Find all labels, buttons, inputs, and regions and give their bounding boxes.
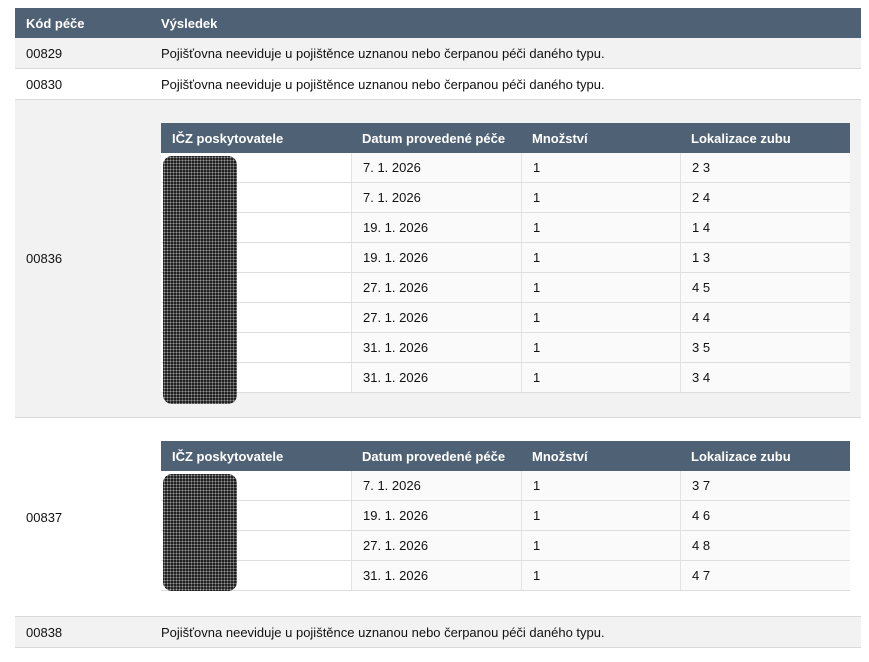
care-date: 27. 1. 2026 xyxy=(351,531,521,560)
care-code: 00836 xyxy=(26,251,63,266)
tooth-location: 4 7 xyxy=(680,561,850,590)
detail-row: 27. 1. 2026 1 4 4 xyxy=(161,303,850,333)
tooth-location: 4 6 xyxy=(680,501,850,530)
care-result: Pojišťovna neeviduje u pojištěnce uznano… xyxy=(161,45,605,61)
subtable-header: IČZ poskytovatele Datum provedené péče M… xyxy=(161,123,850,153)
detail-row: 31. 1. 2026 1 4 7 xyxy=(161,561,850,591)
detail-row: 31. 1. 2026 1 3 4 xyxy=(161,363,850,393)
tooth-location: 4 5 xyxy=(680,273,850,302)
care-date: 19. 1. 2026 xyxy=(351,501,521,530)
detail-subtable: IČZ poskytovatele Datum provedené péče M… xyxy=(161,441,850,591)
header-icz: IČZ poskytovatele xyxy=(172,130,284,146)
care-date: 31. 1. 2026 xyxy=(351,333,521,362)
care-date: 31. 1. 2026 xyxy=(351,363,521,392)
care-date: 7. 1. 2026 xyxy=(351,183,521,212)
header-tooth: Lokalizace zubu xyxy=(691,130,791,146)
table-row: 00837 IČZ poskytovatele Datum provedené … xyxy=(15,418,861,617)
detail-row: 19. 1. 2026 1 4 6 xyxy=(161,501,850,531)
tooth-location: 1 4 xyxy=(680,213,850,242)
care-quantity: 1 xyxy=(521,303,680,332)
header-qty: Množství xyxy=(532,448,588,464)
care-code: 00830 xyxy=(26,76,63,92)
care-date: 7. 1. 2026 xyxy=(351,153,521,182)
subtable-body: 7. 1. 2026 1 2 3 7. 1. 2026 1 2 4 19. 1. 202… xyxy=(161,153,850,404)
header-result: Výsledek xyxy=(161,15,218,31)
care-date: 31. 1. 2026 xyxy=(351,561,521,590)
header-date: Datum provedené péče xyxy=(362,130,506,146)
care-quantity: 1 xyxy=(521,273,680,302)
table-row: 00830 Pojišťovna neeviduje u pojištěnce … xyxy=(15,69,861,100)
detail-row: 7. 1. 2026 1 3 7 xyxy=(161,471,850,501)
detail-row: 27. 1. 2026 1 4 8 xyxy=(161,531,850,561)
care-date: 27. 1. 2026 xyxy=(351,273,521,302)
header-date: Datum provedené péče xyxy=(362,448,506,464)
table-row: 00838 Pojišťovna neeviduje u pojištěnce … xyxy=(15,617,861,648)
tooth-location: 3 7 xyxy=(680,471,850,500)
care-quantity: 1 xyxy=(521,243,680,272)
care-quantity: 1 xyxy=(521,213,680,242)
table-header: Kód péče Výsledek xyxy=(15,8,861,38)
detail-row: 7. 1. 2026 1 2 3 xyxy=(161,153,850,183)
care-date: 19. 1. 2026 xyxy=(351,213,521,242)
care-results-table: Kód péče Výsledek 00829 Pojišťovna neevi… xyxy=(15,8,861,648)
detail-row: 7. 1. 2026 1 2 4 xyxy=(161,183,850,213)
header-code: Kód péče xyxy=(26,15,85,31)
care-date: 19. 1. 2026 xyxy=(351,243,521,272)
care-code: 00837 xyxy=(26,509,63,525)
tooth-location: 3 4 xyxy=(680,363,850,392)
care-quantity: 1 xyxy=(521,531,680,560)
tooth-location: 2 4 xyxy=(680,183,850,212)
care-quantity: 1 xyxy=(521,183,680,212)
header-icz: IČZ poskytovatele xyxy=(172,448,284,464)
care-quantity: 1 xyxy=(521,363,680,392)
care-date: 27. 1. 2026 xyxy=(351,303,521,332)
tooth-location: 4 4 xyxy=(680,303,850,332)
table-row: 00836 IČZ poskytovatele Datum provedené … xyxy=(15,100,861,418)
care-quantity: 1 xyxy=(521,333,680,362)
care-quantity: 1 xyxy=(521,561,680,590)
detail-row: 31. 1. 2026 1 3 5 xyxy=(161,333,850,363)
tooth-location: 4 8 xyxy=(680,531,850,560)
header-qty: Množství xyxy=(532,130,588,146)
tooth-location: 3 5 xyxy=(680,333,850,362)
table-row: 00829 Pojišťovna neeviduje u pojištěnce … xyxy=(15,38,861,69)
care-result: Pojišťovna neeviduje u pojištěnce uznano… xyxy=(161,76,605,92)
subtable-body: 7. 1. 2026 1 3 7 19. 1. 2026 1 4 6 27. 1. 20… xyxy=(161,471,850,591)
detail-subtable: IČZ poskytovatele Datum provedené péče M… xyxy=(161,123,850,404)
detail-row: 27. 1. 2026 1 4 5 xyxy=(161,273,850,303)
care-date: 7. 1. 2026 xyxy=(351,471,521,500)
tooth-location: 1 3 xyxy=(680,243,850,272)
detail-row: 19. 1. 2026 1 1 3 xyxy=(161,243,850,273)
care-code: 00829 xyxy=(26,45,63,61)
subtable-header: IČZ poskytovatele Datum provedené péče M… xyxy=(161,441,850,471)
care-code: 00838 xyxy=(26,624,63,640)
redacted-provider-id xyxy=(163,156,237,404)
care-result: Pojišťovna neeviduje u pojištěnce uznano… xyxy=(161,624,605,640)
care-quantity: 1 xyxy=(521,153,680,182)
care-quantity: 1 xyxy=(521,501,680,530)
tooth-location: 2 3 xyxy=(680,153,850,182)
redacted-provider-id xyxy=(163,474,237,591)
header-tooth: Lokalizace zubu xyxy=(691,448,791,464)
care-quantity: 1 xyxy=(521,471,680,500)
detail-row: 19. 1. 2026 1 1 4 xyxy=(161,213,850,243)
